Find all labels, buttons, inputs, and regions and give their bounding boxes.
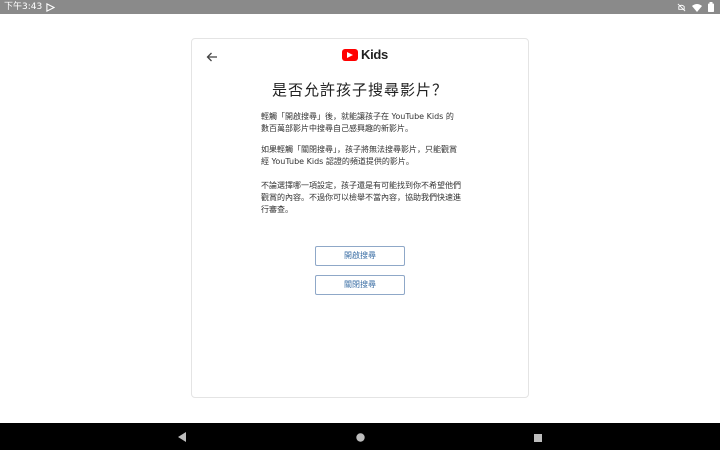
wifi-icon bbox=[692, 3, 702, 12]
disable-search-button[interactable]: 關閉搜尋 bbox=[315, 275, 405, 295]
status-left: 下午3:43 bbox=[4, 0, 56, 14]
arrow-left-icon bbox=[206, 48, 218, 67]
search-permission-card: Kids 是否允許孩子搜尋影片？ 輕觸「開啟搜尋」後，就能讓孩子在 YouTub… bbox=[191, 38, 529, 398]
youtube-kids-logo: Kids bbox=[342, 47, 388, 62]
status-bar: 下午3:43 bbox=[0, 0, 720, 14]
status-right bbox=[677, 0, 714, 14]
nav-back-button[interactable] bbox=[172, 423, 192, 450]
battery-icon bbox=[708, 2, 714, 12]
enable-search-button[interactable]: 開啟搜尋 bbox=[315, 246, 405, 266]
navigation-bar bbox=[0, 423, 720, 450]
youtube-play-icon bbox=[342, 48, 358, 61]
back-button[interactable] bbox=[202, 47, 222, 67]
description-paragraph-3: 不論選擇哪一項設定，孩子還是有可能找到你不希望他們觀賞的內容。不過你可以檢舉不當… bbox=[261, 181, 461, 214]
description-paragraph-2: 如果輕觸「關閉搜尋」，孩子將無法搜尋影片，只能觀賞經 YouTube Kids … bbox=[261, 145, 457, 166]
play-store-notification-icon bbox=[46, 2, 56, 12]
back-triangle-icon bbox=[177, 427, 187, 446]
logo-text: Kids bbox=[361, 47, 388, 62]
description-paragraph-1: 輕觸「開啟搜尋」後，就能讓孩子在 YouTube Kids 的數百萬部影片中搜尋… bbox=[261, 112, 454, 133]
home-circle-icon bbox=[355, 427, 365, 446]
mute-icon bbox=[677, 3, 686, 12]
nav-home-button[interactable] bbox=[350, 423, 370, 450]
page-title: 是否允許孩子搜尋影片？ bbox=[271, 81, 448, 99]
nav-recents-button[interactable] bbox=[528, 423, 548, 450]
status-time: 下午3:43 bbox=[4, 2, 43, 12]
recents-square-icon bbox=[534, 427, 542, 446]
